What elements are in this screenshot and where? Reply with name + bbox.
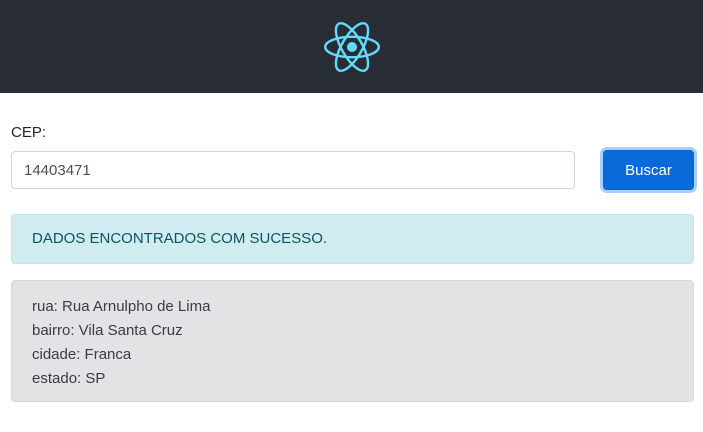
address-neighborhood: bairro: Vila Santa Cruz (32, 322, 183, 339)
react-logo-icon (324, 22, 380, 72)
address-result-box: rua: Rua Arnulpho de Lima bairro: Vila S… (11, 280, 694, 402)
app-header (0, 0, 703, 93)
address-state: estado: SP (32, 370, 106, 387)
search-button[interactable]: Buscar (603, 150, 694, 190)
address-street: rua: Rua Arnulpho de Lima (32, 298, 211, 315)
cep-label: CEP: (11, 124, 47, 141)
success-alert: DADOS ENCONTRADOS COM SUCESSO. (11, 214, 694, 264)
cep-input[interactable] (11, 151, 575, 189)
address-city: cidade: Franca (32, 346, 132, 363)
